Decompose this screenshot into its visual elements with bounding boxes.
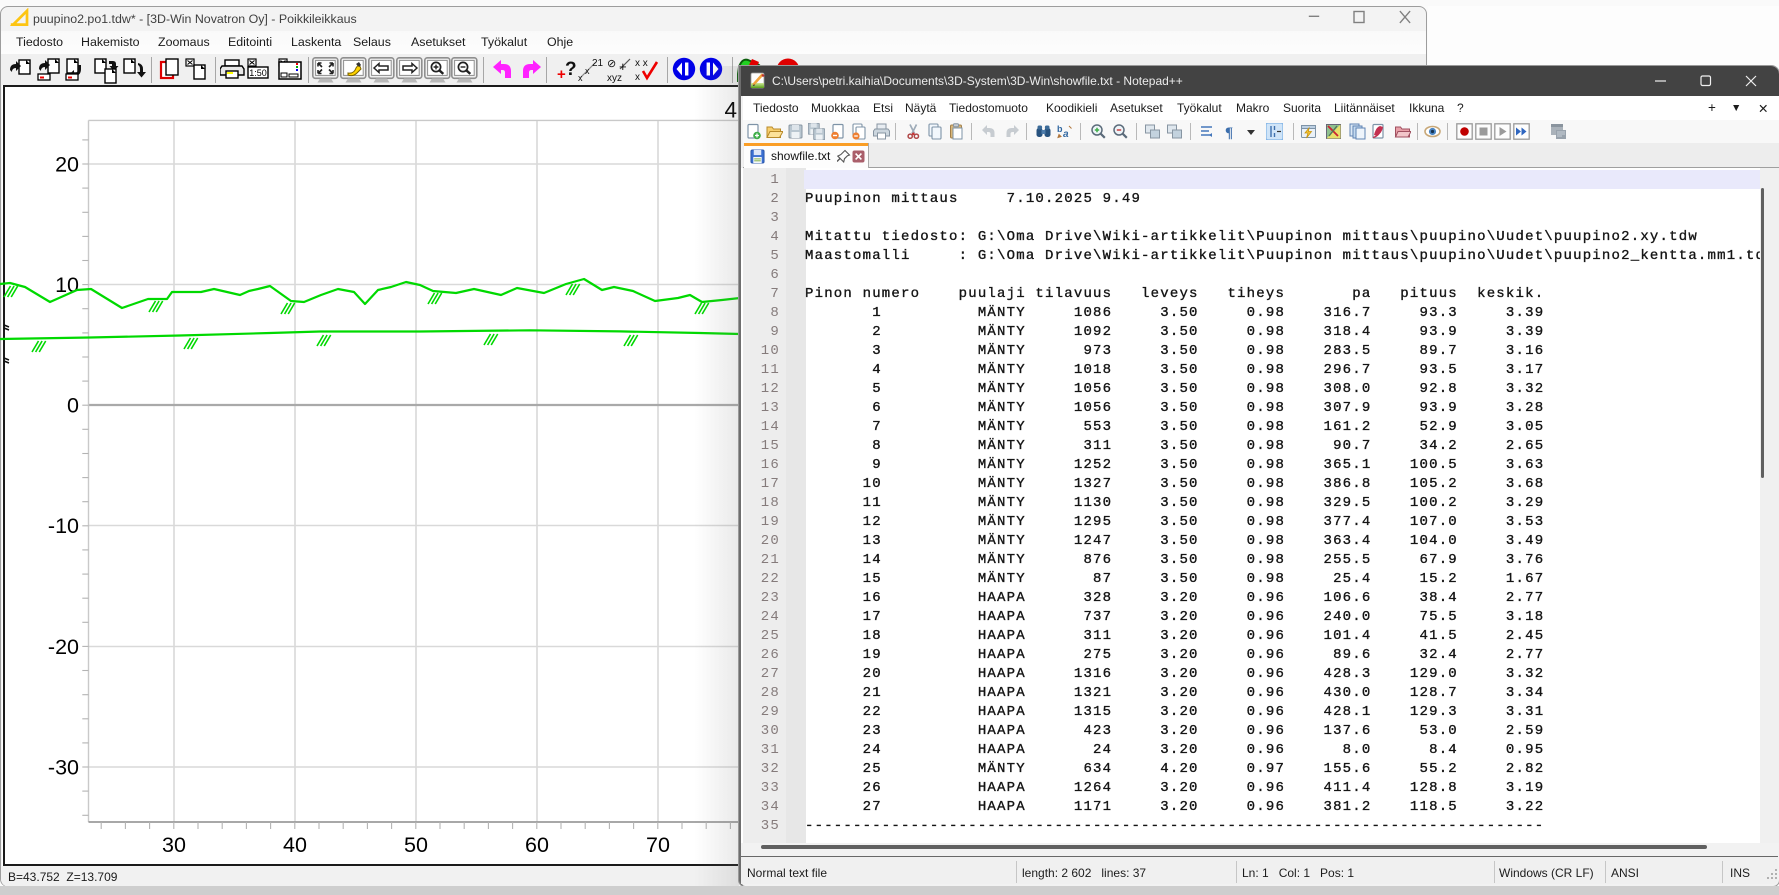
svg-text:x x: x x [635, 58, 648, 69]
svg-text:-30: -30 [48, 756, 79, 780]
svg-text:60: 60 [525, 833, 549, 857]
svg-text:+: + [619, 59, 627, 74]
svg-text:0: 0 [67, 394, 79, 418]
svg-text:xyz: xyz [607, 73, 622, 84]
svg-text:x: x [635, 72, 640, 83]
svg-text:-20: -20 [48, 635, 79, 659]
svg-text:40: 40 [283, 833, 307, 857]
svg-text:30: 30 [162, 833, 186, 857]
svg-text:1:50: 1:50 [249, 68, 267, 78]
svg-text:x: x [585, 66, 590, 76]
svg-text:-10: -10 [48, 514, 79, 538]
svg-text:70: 70 [646, 833, 670, 857]
svg-text:a: a [1063, 129, 1069, 140]
svg-text:⊘: ⊘ [607, 58, 616, 70]
svg-text:¶: ¶ [1225, 125, 1233, 140]
svg-text:50: 50 [404, 833, 428, 857]
svg-text:x: x [578, 73, 583, 83]
svg-text:?: ? [565, 59, 577, 80]
svg-text:21: 21 [592, 58, 604, 69]
svg-text:20: 20 [55, 153, 79, 177]
